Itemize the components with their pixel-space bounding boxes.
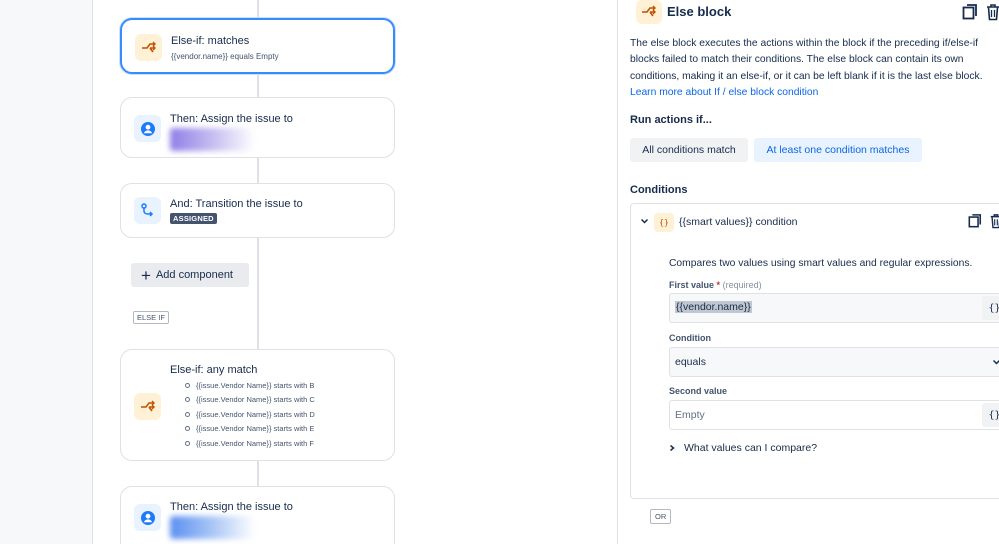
add-component-button[interactable]: + Add component (131, 263, 249, 287)
component-card-assign-issue-2[interactable]: Then: Assign the issue to (120, 486, 395, 544)
first-value-label: First value * (required) (669, 280, 762, 290)
second-value-input[interactable]: Empty {} (669, 400, 999, 430)
branch-icon (636, 0, 662, 24)
second-value-label: Second value (669, 386, 728, 396)
user-icon (134, 115, 161, 142)
plus-icon: + (141, 265, 151, 285)
status-lozenge: ASSIGNED (170, 213, 217, 224)
component-card-assign-issue[interactable]: Then: Assign the issue to (120, 97, 395, 158)
list-item: {{issue.Vendor Name}} starts with D (185, 407, 315, 422)
assignee-avatar (170, 128, 255, 151)
component-card-transition-issue[interactable]: And: Transition the issue to ASSIGNED (120, 183, 395, 238)
condition-header[interactable]: {} {{smart values}} condition (631, 204, 999, 240)
transition-icon (134, 197, 161, 224)
condition-label: Condition (669, 333, 711, 343)
condition-card: {} {{smart values}} condition Compares t… (630, 203, 999, 499)
add-component-label: Add component (155, 269, 233, 281)
component-card-else-if-any-match[interactable]: Else-if: any match {{issue.Vendor Name}}… (120, 349, 395, 461)
or-tag: OR (650, 509, 672, 524)
condition-select[interactable]: equals (669, 347, 999, 377)
learn-more-link[interactable]: Learn more about If / else block conditi… (630, 87, 818, 98)
duplicate-icon[interactable] (962, 3, 978, 21)
bullet-icon (185, 426, 190, 432)
list-item: {{issue.Vendor Name}} starts with C (185, 393, 315, 408)
at-least-one-condition-option[interactable]: At least one condition matches (754, 138, 922, 162)
card-title: Then: Assign the issue to (170, 501, 293, 513)
required-hint: (required) (722, 280, 762, 290)
first-value-input[interactable]: {{vendor.name}} {} (669, 293, 999, 323)
user-icon (134, 504, 161, 531)
bullet-icon (185, 411, 190, 417)
panel-title: Else block (667, 4, 732, 19)
card-title: Then: Assign the issue to (170, 113, 293, 125)
description-text: The else block executes the actions with… (630, 38, 983, 82)
conditions-label: Conditions (630, 184, 688, 196)
bullet-icon (185, 397, 190, 403)
run-actions-label: Run actions if... (630, 114, 712, 126)
condition-description: Compares two values using smart values a… (669, 258, 973, 269)
bullet-icon (185, 440, 190, 446)
list-item: {{issue.Vendor Name}} starts with E (185, 422, 315, 437)
trash-icon[interactable] (985, 3, 999, 21)
required-mark: * (716, 280, 721, 290)
list-item: {{issue.Vendor Name}} starts with B (185, 378, 315, 393)
else-if-tag: ELSE IF (133, 311, 169, 324)
smart-value-button[interactable]: {} (982, 403, 999, 427)
branch-icon (135, 34, 162, 61)
list-item: {{issue.Vendor Name}} starts with F (185, 436, 315, 451)
what-values-label: What values can I compare? (684, 442, 818, 454)
smart-values-icon: {} (654, 213, 674, 232)
trash-icon[interactable] (989, 213, 999, 231)
card-title: Else-if: any match (170, 364, 258, 376)
config-panel: Else block The else block executes the a… (617, 0, 999, 544)
flow-connector-line (257, 0, 259, 544)
condition-value: equals (675, 356, 706, 368)
component-card-else-if-matches[interactable]: Else-if: matches {{vendor.name}} equals … (120, 18, 395, 74)
what-values-expander[interactable]: What values can I compare? (669, 442, 817, 454)
duplicate-icon[interactable] (968, 213, 984, 231)
bullet-icon (185, 382, 190, 388)
rule-canvas: Else-if: matches {{vendor.name}} equals … (0, 0, 619, 544)
second-value-placeholder: Empty (675, 409, 705, 421)
card-title: And: Transition the issue to (170, 198, 303, 210)
card-subtitle: {{vendor.name}} equals Empty (171, 52, 279, 61)
smart-value-button[interactable]: {} (982, 296, 999, 320)
panel-description: The else block executes the actions with… (630, 36, 998, 102)
condition-title: {{smart values}} condition (679, 216, 798, 228)
all-conditions-match-option[interactable]: All conditions match (630, 138, 748, 162)
chevron-down-icon[interactable] (641, 218, 648, 225)
first-value-text: {{vendor.name}} (675, 301, 752, 313)
assignee-avatar (170, 516, 255, 539)
condition-list: {{issue.Vendor Name}} starts with B {{is… (185, 378, 315, 451)
chevron-right-icon (670, 445, 675, 451)
branch-icon (134, 393, 161, 420)
card-title: Else-if: matches (171, 35, 250, 47)
chevron-down-icon (993, 359, 999, 365)
